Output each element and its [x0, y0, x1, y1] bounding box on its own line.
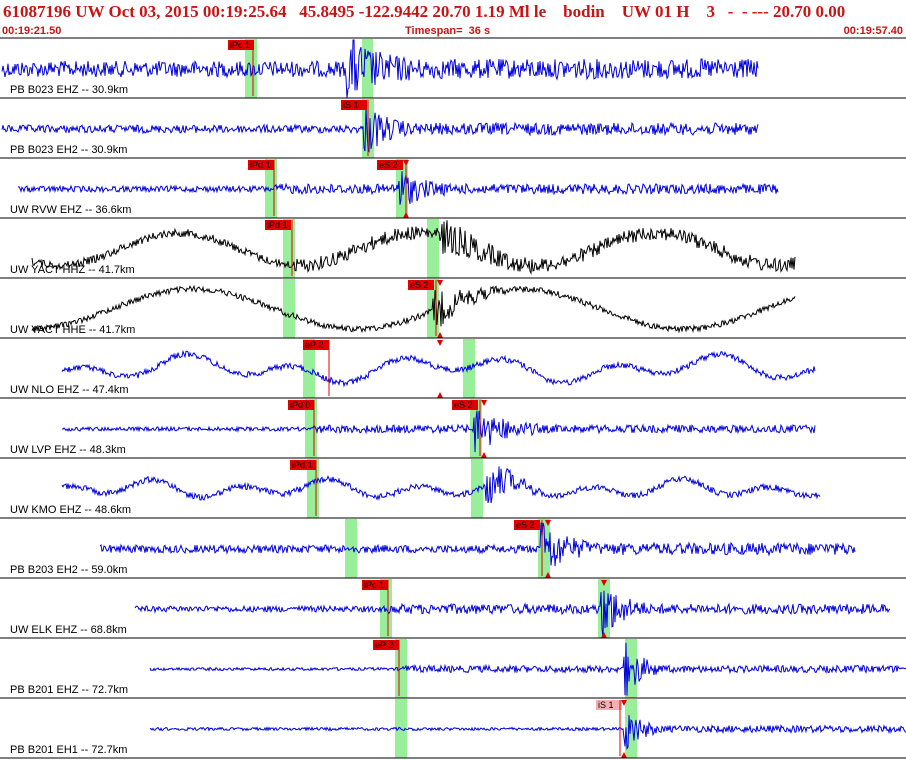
trace-row[interactable]: eP 2: [0, 339, 906, 399]
pick-label: iPc 1: [230, 40, 250, 50]
trace-row[interactable]: iPc 1: [0, 39, 906, 99]
trace-row[interactable]: iPd 1: [0, 459, 906, 519]
amp-marker-top: [437, 340, 443, 346]
waveform: [31, 220, 796, 276]
waveform: [61, 410, 816, 453]
trace-label: UW KMO EHZ -- 48.6km: [10, 504, 132, 516]
trace-label: PB B023 EHZ -- 30.9km: [10, 84, 128, 96]
pick-window: [283, 279, 295, 338]
trace-label: PB B201 EHZ -- 72.7km: [10, 684, 128, 696]
trace-row[interactable]: iS 1: [0, 99, 906, 159]
trace-row[interactable]: eP 2: [0, 639, 906, 699]
pick-label: iPd 1: [267, 220, 288, 230]
pick-label: eS 2: [516, 520, 535, 530]
trace-row[interactable]: iPd 0 eS 2: [0, 399, 906, 459]
pick-label: eS 2: [379, 160, 398, 170]
waveform: [134, 590, 891, 638]
trace-row[interactable]: iPd 1: [0, 219, 906, 279]
pick-label: iS 1: [343, 100, 359, 110]
trace-label: UW LVP EHZ -- 48.3km: [10, 444, 126, 456]
pick-label: iPd 1: [292, 460, 313, 470]
waveform: [61, 349, 816, 388]
pick-label: iPd 1: [250, 160, 271, 170]
pick-label: iS 1: [598, 700, 614, 710]
pick-window: [427, 219, 439, 278]
trace-label: PB B023 EH2 -- 30.9km: [10, 144, 128, 156]
trace-label: PB B201 EH1 -- 72.7km: [10, 744, 128, 756]
waveform: [99, 522, 856, 567]
trace-label: PB B203 EH2 -- 59.0km: [10, 564, 128, 576]
seismogram-panel[interactable]: iPc 1 iS 1 iPd 1 eS 2 iPd 1 eS 2 eP 2 iPd 0 eS 2…: [0, 0, 906, 760]
waveform: [31, 284, 796, 334]
waveform: [61, 466, 821, 504]
waveform: [149, 642, 906, 696]
trace-row[interactable]: eS 2: [0, 279, 906, 339]
trace-row[interactable]: iS 1: [0, 699, 906, 759]
pick-label: eS 2: [410, 280, 429, 290]
pick-label: iPc 1: [364, 580, 384, 590]
trace-label: UW RVW EHZ -- 36.6km: [10, 204, 132, 216]
trace-row[interactable]: eS 2: [0, 519, 906, 579]
amp-marker-bottom: [437, 392, 443, 398]
waveform: [149, 715, 906, 750]
trace-label: UW YACT HHE -- 41.7km: [10, 324, 136, 336]
pick-label: eS 2: [454, 400, 473, 410]
trace-label: UW NLO EHZ -- 47.4km: [10, 384, 129, 396]
trace-row[interactable]: iPd 1 eS 2: [0, 159, 906, 219]
pick-label: eP 2: [305, 340, 323, 350]
trace-row[interactable]: iPc 1: [0, 579, 906, 639]
trace-label: UW YACT HHZ -- 41.7km: [10, 264, 135, 276]
trace-label: UW ELK EHZ -- 68.8km: [10, 624, 127, 636]
pick-label: iPd 0: [290, 400, 311, 410]
pick-label: eP 2: [375, 640, 393, 650]
